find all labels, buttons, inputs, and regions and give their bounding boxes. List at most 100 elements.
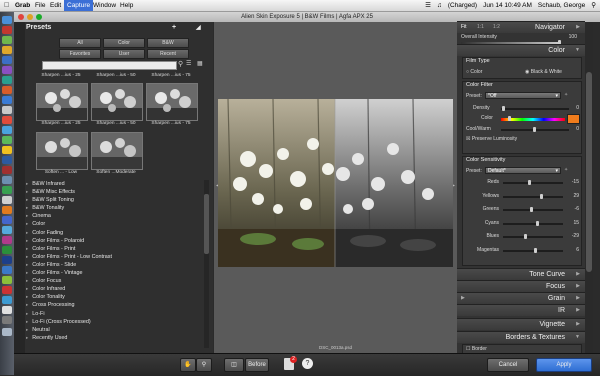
preset-category[interactable]: B&W Infrared — [26, 180, 210, 188]
channel-knob[interactable] — [533, 247, 537, 253]
radio-black-white[interactable]: ◉ Black & White — [525, 69, 562, 75]
volume-icon[interactable]: ♫ — [437, 0, 442, 11]
app-icon[interactable] — [2, 216, 12, 224]
clock[interactable]: Jun 14 10:49 AM — [483, 0, 532, 11]
app-icon[interactable] — [2, 316, 12, 324]
spotlight-icon[interactable]: ⚲ — [591, 0, 596, 11]
channel-slider[interactable] — [503, 195, 563, 198]
channel-slider[interactable] — [503, 182, 563, 184]
add-preset-icon[interactable]: + — [172, 22, 176, 34]
preset-category[interactable]: Color Films - Polaroid — [26, 237, 210, 245]
radio-color[interactable]: ○ Color — [466, 69, 482, 75]
app-icon[interactable] — [2, 116, 12, 124]
app-icon[interactable] — [2, 256, 12, 264]
filter-user-button[interactable]: User — [103, 49, 145, 59]
zoom-fit-tab[interactable]: Fit — [461, 22, 467, 33]
preset-category[interactable]: Neutral — [26, 326, 210, 334]
color-filter-preset-dropdown[interactable]: *Off — [485, 92, 561, 100]
app-icon[interactable] — [2, 66, 12, 74]
app-icon[interactable] — [2, 196, 12, 204]
preset-category[interactable]: Color Tonality — [26, 293, 210, 301]
preset-thumbnail[interactable] — [146, 83, 198, 121]
app-icon[interactable] — [2, 136, 12, 144]
expand-arrow-icon[interactable]: ▶ — [461, 293, 465, 304]
zoom-1to2-tab[interactable]: 1:2 — [493, 22, 500, 33]
app-icon[interactable] — [2, 246, 12, 254]
app-icon[interactable] — [2, 46, 12, 54]
split-view-button[interactable]: ◫ — [224, 358, 244, 372]
filter-favorites-button[interactable]: Favorites — [59, 49, 101, 59]
preset-category[interactable]: Color Infrared — [26, 285, 210, 293]
preserve-luminosity-checkbox[interactable]: ☒ Preserve Luminosity — [466, 136, 517, 142]
expand-arrow-icon[interactable]: ▶ — [576, 319, 580, 330]
app-icon[interactable] — [2, 206, 12, 214]
channel-knob[interactable] — [523, 234, 527, 239]
border-checkbox[interactable]: ☐ Border — [466, 346, 487, 352]
filter-recent-button[interactable]: Recent — [147, 49, 189, 59]
preset-list-scrollbar[interactable] — [204, 180, 209, 348]
before-button[interactable]: Before — [245, 358, 269, 372]
preset-category[interactable]: Cross Processing — [26, 301, 210, 309]
preset-thumbnail[interactable] — [91, 83, 143, 121]
expand-arrow-icon[interactable]: ▶ — [576, 293, 580, 304]
color-swatch[interactable] — [567, 114, 580, 124]
ir-header[interactable]: IR ▶ — [457, 304, 585, 316]
minimize-window-icon[interactable] — [27, 14, 33, 20]
preset-category[interactable]: Color Focus — [26, 277, 210, 285]
collapse-panel-icon[interactable]: ◢ — [196, 22, 201, 34]
expand-arrow-icon[interactable]: ▶ — [576, 22, 580, 33]
menu-edit[interactable]: Edit — [50, 0, 61, 11]
app-icon[interactable] — [2, 26, 12, 34]
close-window-icon[interactable] — [18, 14, 24, 20]
preview-image[interactable] — [218, 99, 453, 267]
preset-category[interactable]: Color Films - Vintage — [26, 269, 210, 277]
scrollbar-thumb[interactable] — [204, 194, 209, 254]
wifi-icon[interactable]: ☰ — [425, 0, 431, 11]
preset-options-icon[interactable]: ✦ — [564, 92, 568, 98]
trash-icon[interactable] — [2, 328, 12, 336]
preset-category[interactable]: Color Fading — [26, 229, 210, 237]
filter-color-button[interactable]: Color — [103, 38, 145, 48]
finder-icon[interactable] — [2, 16, 12, 24]
preset-category[interactable]: B&W Misc Effects — [26, 188, 210, 196]
list-view-icon[interactable]: ☰ — [186, 60, 191, 67]
app-icon[interactable] — [2, 126, 12, 134]
hand-tool-button[interactable]: ✋ — [180, 358, 196, 372]
app-icon[interactable] — [2, 236, 12, 244]
channel-knob[interactable] — [536, 220, 540, 226]
collapse-arrow-icon[interactable]: ▼ — [575, 45, 580, 56]
zoom-window-icon[interactable] — [36, 14, 42, 20]
app-icon[interactable] — [2, 276, 12, 284]
preset-thumbnail[interactable] — [36, 83, 88, 121]
preset-thumbnail[interactable] — [36, 132, 88, 170]
app-icon[interactable] — [2, 306, 12, 314]
menu-capture[interactable]: Capture — [64, 0, 94, 11]
preset-category[interactable]: Lo-Fi — [26, 310, 210, 318]
navigator-header[interactable]: Fit 1:1 1:2 Navigator ▶ — [457, 21, 585, 33]
cancel-button[interactable]: Cancel — [487, 358, 529, 372]
channel-knob[interactable] — [540, 193, 544, 199]
filter-all-button[interactable]: All — [59, 38, 101, 48]
collapse-arrow-icon[interactable]: ▼ — [575, 332, 580, 343]
expand-arrow-icon[interactable]: ▶ — [576, 269, 580, 280]
grid-view-icon[interactable]: ▦ — [197, 60, 203, 67]
preset-category[interactable]: Color Films - Print — [26, 245, 210, 253]
channel-slider[interactable] — [503, 236, 563, 238]
preset-search-input[interactable] — [42, 61, 177, 70]
preset-category[interactable]: B&W Tonality — [26, 204, 210, 212]
channel-knob[interactable] — [530, 207, 534, 212]
app-icon[interactable] — [2, 176, 12, 184]
preset-options-icon[interactable]: ✦ — [564, 167, 568, 173]
preset-category[interactable]: Color — [26, 220, 210, 228]
filter-bw-button[interactable]: B&W — [147, 38, 189, 48]
user-name[interactable]: Schaub, George — [538, 0, 585, 11]
preset-thumbnail[interactable] — [91, 132, 143, 170]
preset-category[interactable]: Recently Used — [26, 334, 210, 342]
preset-category[interactable]: Lo-Fi (Cross Processed) — [26, 318, 210, 326]
app-icon[interactable] — [2, 76, 12, 84]
preset-category[interactable]: B&W Split Toning — [26, 196, 210, 204]
app-icon[interactable] — [2, 296, 12, 304]
color-section-header[interactable]: Color ▼ — [457, 44, 585, 56]
preset-category[interactable]: Color Films - Slide — [26, 261, 210, 269]
channel-slider[interactable] — [503, 222, 563, 225]
